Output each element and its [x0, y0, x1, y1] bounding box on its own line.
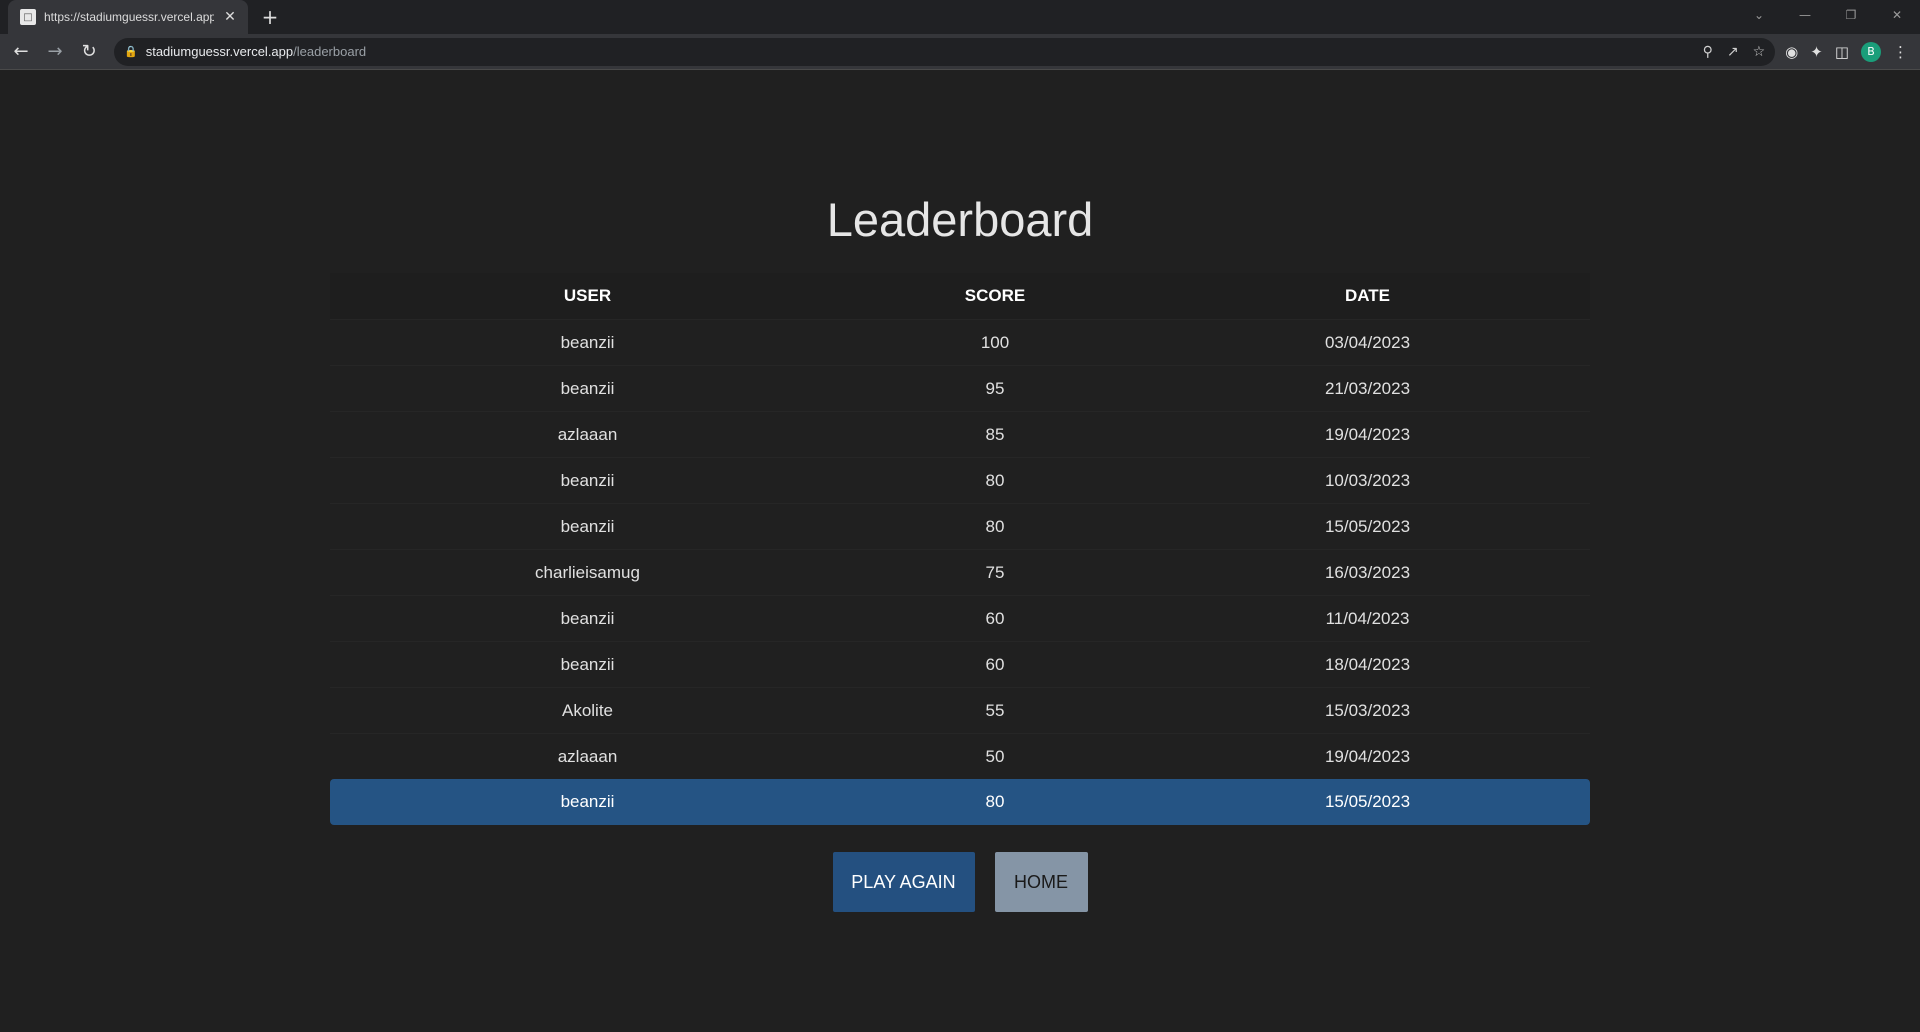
cell-date: 18/04/2023 — [1324, 654, 1411, 674]
cell-score: 95 — [985, 378, 1005, 398]
url-host: stadiumguessr.vercel.app — [145, 44, 294, 59]
window-controls: ⌄ — ❐ ✕ — [1736, 0, 1920, 30]
cell-date: 03/04/2023 — [1324, 332, 1411, 352]
cell-user: beanzii — [560, 792, 615, 811]
cell-user: beanzii — [560, 654, 615, 674]
close-tab-icon[interactable]: ✕ — [222, 9, 238, 25]
cell-date: 16/03/2023 — [1324, 562, 1411, 582]
browser-toolbar: ← → ↻ 🔒 stadiumguessr.vercel.app/leaderb… — [0, 34, 1920, 70]
table-row: charlieisamug 75 16/03/2023 — [330, 549, 1590, 595]
minimize-icon[interactable]: — — [1782, 0, 1828, 30]
cell-user: azlaaan — [557, 424, 618, 444]
tab-title: https://stadiumguessr.vercel.app/ — [44, 10, 214, 24]
page-favicon-icon: □ — [20, 9, 36, 25]
cell-date: 10/03/2023 — [1324, 470, 1411, 490]
table-row: azlaaan 50 19/04/2023 — [330, 733, 1590, 779]
cell-date: 21/03/2023 — [1324, 378, 1411, 398]
action-buttons: PLAY AGAIN HOME — [0, 852, 1920, 912]
address-bar[interactable]: 🔒 stadiumguessr.vercel.app/leaderboard ⚲… — [114, 37, 1776, 66]
column-header-score: SCORE — [964, 286, 1026, 305]
cell-score: 80 — [985, 470, 1005, 490]
cell-date: 15/03/2023 — [1324, 700, 1411, 720]
forward-icon[interactable]: → — [40, 37, 70, 67]
extension-icon[interactable]: ◉ — [1785, 43, 1798, 61]
table-row: beanzii 80 15/05/2023 — [330, 503, 1590, 549]
cell-score: 80 — [985, 792, 1005, 811]
current-user-row: beanzii 80 15/05/2023 — [330, 779, 1590, 825]
cell-score: 100 — [980, 332, 1010, 352]
new-tab-icon[interactable]: + — [258, 5, 282, 29]
url-path: /leaderboard — [293, 44, 367, 59]
table-row: beanzii 95 21/03/2023 — [330, 365, 1590, 411]
puzzle-extensions-icon[interactable]: ✦ — [1810, 43, 1823, 61]
leaderboard-table: USER SCORE DATE beanzii 100 03/04/2023 b… — [330, 273, 1590, 825]
home-button[interactable]: HOME — [994, 852, 1088, 912]
cell-score: 60 — [985, 654, 1005, 674]
cell-date: 19/04/2023 — [1324, 746, 1411, 766]
cell-date: 11/04/2023 — [1325, 608, 1410, 628]
cell-date: 15/05/2023 — [1324, 792, 1411, 811]
play-again-button[interactable]: PLAY AGAIN — [832, 852, 975, 912]
table-row: azlaaan 85 19/04/2023 — [330, 411, 1590, 457]
browser-tab[interactable]: □ https://stadiumguessr.vercel.app/ ✕ — [8, 0, 248, 34]
cell-score: 50 — [985, 746, 1005, 766]
cell-score: 60 — [985, 608, 1005, 628]
side-panel-icon[interactable]: ◫ — [1835, 43, 1849, 61]
cell-score: 55 — [985, 700, 1005, 720]
close-window-icon[interactable]: ✕ — [1874, 0, 1920, 30]
tab-search-icon[interactable]: ⌄ — [1736, 0, 1782, 30]
table-header: USER SCORE DATE — [330, 273, 1590, 319]
table-row: beanzii 60 11/04/2023 — [330, 595, 1590, 641]
cell-date: 19/04/2023 — [1324, 424, 1411, 444]
cell-user: beanzii — [560, 470, 615, 490]
share-icon[interactable]: ↗ — [1727, 44, 1739, 60]
cell-score: 85 — [985, 424, 1005, 444]
page-title: Leaderboard — [826, 193, 1094, 246]
browser-tabstrip: □ https://stadiumguessr.vercel.app/ ✕ + … — [0, 0, 1920, 34]
back-icon[interactable]: ← — [6, 37, 36, 67]
table-row: beanzii 80 10/03/2023 — [330, 457, 1590, 503]
cell-user: beanzii — [560, 378, 615, 398]
url-text[interactable]: stadiumguessr.vercel.app/leaderboard — [146, 44, 1695, 59]
cell-user: azlaaan — [557, 746, 618, 766]
table-row: beanzii 60 18/04/2023 — [330, 641, 1590, 687]
profile-avatar[interactable]: B — [1861, 41, 1881, 62]
column-header-date: DATE — [1344, 286, 1390, 305]
cell-score: 75 — [985, 562, 1005, 582]
table-row: beanzii 100 03/04/2023 — [330, 319, 1590, 365]
cell-user: beanzii — [560, 516, 615, 536]
lock-icon[interactable]: 🔒 — [124, 45, 138, 58]
cell-user: Akolite — [561, 700, 614, 720]
page-content: Leaderboard USER SCORE DATE beanzii 100 … — [0, 70, 1920, 1032]
cell-user: charlieisamug — [535, 562, 640, 582]
cell-user: beanzii — [560, 608, 615, 628]
menu-kebab-icon[interactable]: ⋮ — [1893, 43, 1908, 61]
bookmark-star-icon[interactable]: ☆ — [1753, 44, 1766, 60]
zoom-icon[interactable]: ⚲ — [1703, 44, 1713, 60]
cell-score: 80 — [985, 516, 1005, 536]
table-row: Akolite 55 15/03/2023 — [330, 687, 1590, 733]
reload-icon[interactable]: ↻ — [74, 37, 104, 67]
cell-user: beanzii — [560, 332, 615, 352]
cell-date: 15/05/2023 — [1324, 516, 1411, 536]
restore-icon[interactable]: ❐ — [1828, 0, 1874, 30]
column-header-user: USER — [563, 286, 612, 305]
